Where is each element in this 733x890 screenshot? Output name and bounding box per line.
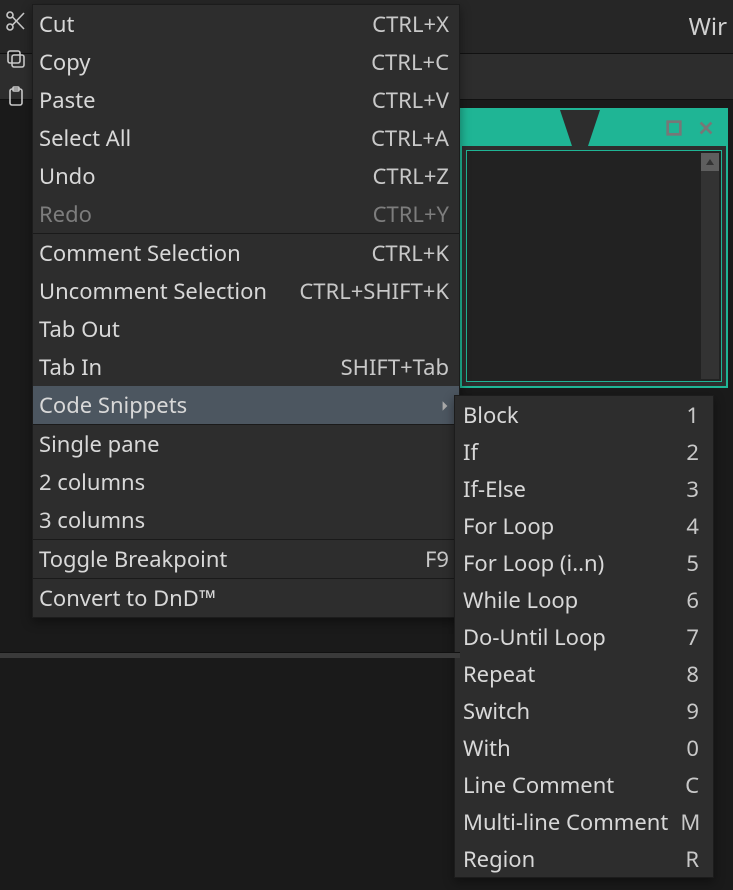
snippet-shortcut: 6 <box>674 585 699 615</box>
menu-item-redo: RedoCTRL+Y <box>33 195 459 233</box>
snippet-item-if[interactable]: If2 <box>455 433 713 470</box>
menu-item-label: Undo <box>39 161 360 191</box>
context-menu[interactable]: CutCTRL+XCopyCTRL+CPasteCTRL+VSelect All… <box>32 4 460 618</box>
menu-item-label: Redo <box>39 199 361 229</box>
menu-item-shortcut: CTRL+X <box>360 9 449 39</box>
menu-item-single-pane[interactable]: Single pane <box>33 425 459 463</box>
snippet-label: Line Comment <box>463 770 673 800</box>
menu-item-code-snippets[interactable]: Code Snippets <box>33 386 459 424</box>
menu-item-copy[interactable]: CopyCTRL+C <box>33 43 459 81</box>
copy-icon[interactable] <box>2 44 30 74</box>
snippet-shortcut: 0 <box>674 733 699 763</box>
menu-item-uncomment-selection[interactable]: Uncomment SelectionCTRL+SHIFT+K <box>33 272 459 310</box>
snippet-label: Repeat <box>463 659 674 689</box>
menu-item-label: Convert to DnD™ <box>39 583 437 613</box>
menu-item-label: 2 columns <box>39 467 437 497</box>
menu-item-label: Uncomment Selection <box>39 276 287 306</box>
menu-item-cut[interactable]: CutCTRL+X <box>33 5 459 43</box>
menu-item-comment-selection[interactable]: Comment SelectionCTRL+K <box>33 234 459 272</box>
snippet-label: Do-Until Loop <box>463 622 674 652</box>
snippet-label: Switch <box>463 696 674 726</box>
menu-item-label: 3 columns <box>39 505 437 535</box>
editor-viewport[interactable] <box>466 150 722 382</box>
menu-item-paste[interactable]: PasteCTRL+V <box>33 81 459 119</box>
menu-item-label: Paste <box>39 85 360 115</box>
snippet-label: With <box>463 733 674 763</box>
menu-item-tab-out[interactable]: Tab Out <box>33 310 459 348</box>
snippet-shortcut: 3 <box>674 474 699 504</box>
menu-item-label: Tab Out <box>39 314 437 344</box>
menu-item-label: Cut <box>39 9 360 39</box>
snippet-label: If <box>463 437 674 467</box>
menu-item-label: Toggle Breakpoint <box>39 544 413 574</box>
close-icon[interactable] <box>696 118 716 138</box>
snippet-item-multi-line-comment[interactable]: Multi-line CommentM <box>455 803 713 840</box>
snippet-label: Block <box>463 400 674 430</box>
snippet-item-block[interactable]: Block1 <box>455 396 713 433</box>
snippet-item-for-loop-i-n-[interactable]: For Loop (i..n)5 <box>455 544 713 581</box>
menu-item-tab-in[interactable]: Tab InSHIFT+Tab <box>33 348 459 386</box>
menu-item-label: Code Snippets <box>39 390 425 420</box>
menu-item-label: Tab In <box>39 352 329 382</box>
snippet-shortcut: 4 <box>674 511 699 541</box>
menu-item-label: Single pane <box>39 429 437 459</box>
toolbar-icon-strip <box>2 6 32 112</box>
snippet-item-do-until-loop[interactable]: Do-Until Loop7 <box>455 618 713 655</box>
snippet-label: Multi-line Comment <box>463 807 668 837</box>
context-menu-shadow <box>0 652 460 658</box>
snippet-shortcut: 9 <box>674 696 699 726</box>
snippet-item-with[interactable]: With0 <box>455 729 713 766</box>
menu-item-undo[interactable]: UndoCTRL+Z <box>33 157 459 195</box>
snippet-label: While Loop <box>463 585 674 615</box>
menu-item-label: Select All <box>39 123 359 153</box>
menu-item-convert-to-dnd-[interactable]: Convert to DnD™ <box>33 579 459 617</box>
maximize-icon[interactable] <box>664 118 684 138</box>
snippet-shortcut: M <box>668 807 699 837</box>
menu-item-toggle-breakpoint[interactable]: Toggle BreakpointF9 <box>33 540 459 578</box>
submenu-arrow-icon <box>437 390 449 420</box>
menu-item-2-columns[interactable]: 2 columns <box>33 463 459 501</box>
code-snippets-submenu[interactable]: Block1If2If-Else3For Loop4For Loop (i..n… <box>454 395 714 878</box>
snippet-label: Region <box>463 844 673 874</box>
code-editor-window <box>460 108 728 388</box>
snippet-item-for-loop[interactable]: For Loop4 <box>455 507 713 544</box>
snippet-shortcut: 8 <box>674 659 699 689</box>
snippet-label: For Loop (i..n) <box>463 548 674 578</box>
menu-item-select-all[interactable]: Select AllCTRL+A <box>33 119 459 157</box>
menu-item-shortcut: CTRL+K <box>359 238 449 268</box>
scrollbar-track[interactable] <box>701 153 719 379</box>
snippet-item-repeat[interactable]: Repeat8 <box>455 655 713 692</box>
snippet-item-while-loop[interactable]: While Loop6 <box>455 581 713 618</box>
window-title: Wir <box>689 10 727 43</box>
snippet-label: For Loop <box>463 511 674 541</box>
menu-item-label: Copy <box>39 47 359 77</box>
snippet-shortcut: C <box>673 770 699 800</box>
menu-item-shortcut: CTRL+A <box>359 123 449 153</box>
snippet-label: If-Else <box>463 474 674 504</box>
menu-item-shortcut: SHIFT+Tab <box>329 352 449 382</box>
menu-item-shortcut: CTRL+Y <box>361 199 449 229</box>
snippet-shortcut: 5 <box>674 548 699 578</box>
editor-titlebar <box>462 110 726 146</box>
scrollbar-up-icon[interactable] <box>701 153 719 171</box>
snippet-shortcut: 7 <box>674 622 699 652</box>
editor-tab-notch <box>560 110 600 146</box>
snippet-item-region[interactable]: RegionR <box>455 840 713 877</box>
menu-item-label: Comment Selection <box>39 238 359 268</box>
menu-item-shortcut: CTRL+C <box>359 47 449 77</box>
snippet-item-switch[interactable]: Switch9 <box>455 692 713 729</box>
menu-item-shortcut: CTRL+V <box>360 85 449 115</box>
clipboard-icon[interactable] <box>2 82 30 112</box>
menu-item-shortcut: CTRL+SHIFT+K <box>287 276 449 306</box>
snippet-shortcut: 1 <box>674 400 699 430</box>
snippet-item-line-comment[interactable]: Line CommentC <box>455 766 713 803</box>
snippet-shortcut: 2 <box>674 437 699 467</box>
menu-item-shortcut: CTRL+Z <box>360 161 449 191</box>
scissors-icon[interactable] <box>2 6 30 36</box>
snippet-shortcut: R <box>673 844 699 874</box>
snippet-item-if-else[interactable]: If-Else3 <box>455 470 713 507</box>
menu-item-3-columns[interactable]: 3 columns <box>33 501 459 539</box>
menu-item-shortcut: F9 <box>413 544 449 574</box>
